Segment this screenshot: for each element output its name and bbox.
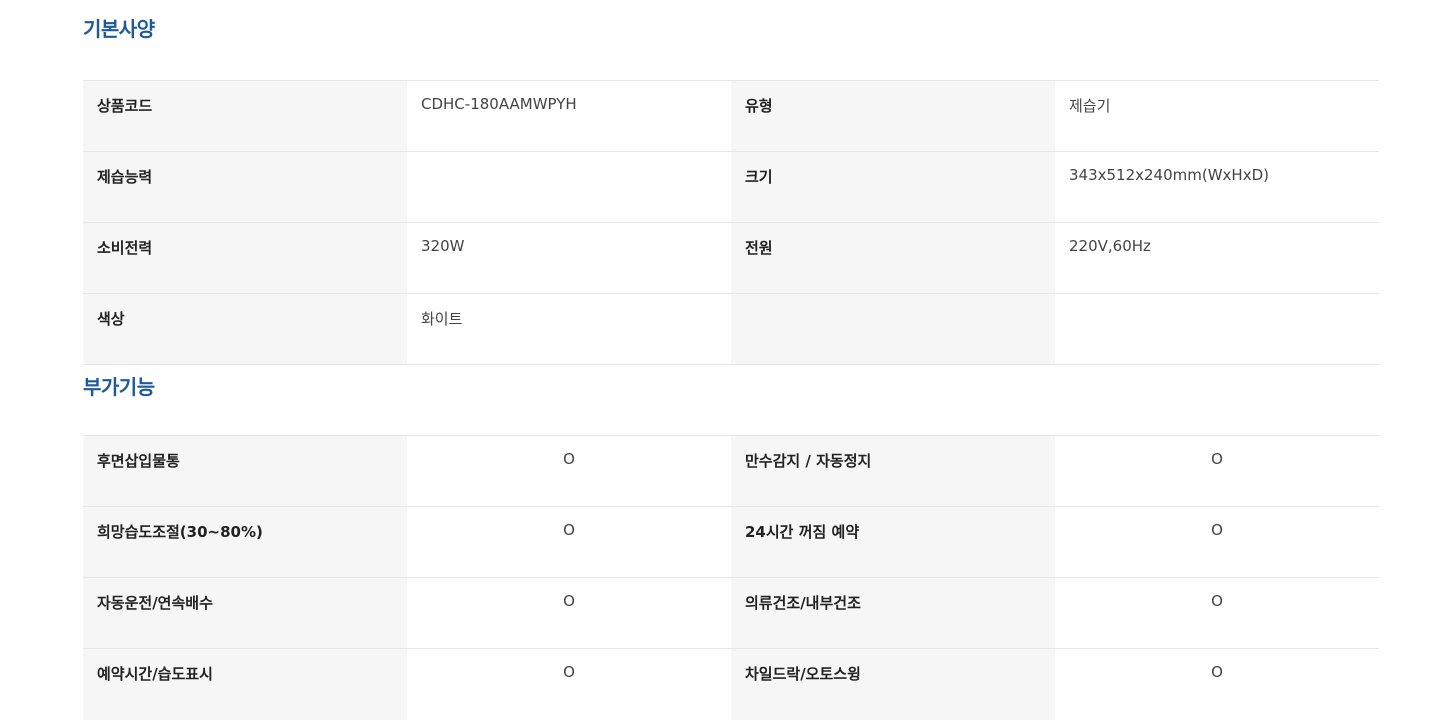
feature-value: O	[407, 648, 731, 720]
feature-value: O	[407, 506, 731, 578]
basic-specs-title: 기본사양	[83, 17, 155, 41]
spec-label: 크기	[731, 151, 1055, 223]
spec-value: CDHC-180AAMWPYH	[407, 80, 731, 152]
spec-label: 소비전력	[83, 222, 407, 294]
spec-value	[407, 151, 731, 223]
feature-label: 자동운전/연속배수	[83, 577, 407, 649]
table-row: 소비전력 320W 전원 220V,60Hz	[83, 222, 1379, 294]
spec-label: 전원	[731, 222, 1055, 294]
feature-value: O	[1055, 435, 1379, 507]
table-row: 후면삽입물통 O 만수감지 / 자동정지 O	[83, 435, 1379, 507]
spec-value: 320W	[407, 222, 731, 294]
table-row: 희망습도조절(30~80%) O 24시간 꺼짐 예약 O	[83, 506, 1379, 578]
table-row: 자동운전/연속배수 O 의류건조/내부건조 O	[83, 577, 1379, 649]
feature-value: O	[1055, 577, 1379, 649]
feature-label: 의류건조/내부건조	[731, 577, 1055, 649]
table-row: 상품코드 CDHC-180AAMWPYH 유형 제습기	[83, 80, 1379, 152]
spec-value	[1055, 293, 1379, 365]
feature-label: 만수감지 / 자동정지	[731, 435, 1055, 507]
table-row: 제습능력 크기 343x512x240mm(WxHxD)	[83, 151, 1379, 223]
feature-value: O	[407, 577, 731, 649]
spec-value: 제습기	[1055, 80, 1379, 152]
spec-label: 상품코드	[83, 80, 407, 152]
spec-label: 제습능력	[83, 151, 407, 223]
feature-label: 예약시간/습도표시	[83, 648, 407, 720]
spec-value: 220V,60Hz	[1055, 222, 1379, 294]
feature-value: O	[1055, 648, 1379, 720]
feature-label: 희망습도조절(30~80%)	[83, 506, 407, 578]
feature-label: 후면삽입물통	[83, 435, 407, 507]
feature-value: O	[407, 435, 731, 507]
extra-features-table: 후면삽입물통 O 만수감지 / 자동정지 O 희망습도조절(30~80%) O …	[83, 435, 1379, 720]
feature-value: O	[1055, 506, 1379, 578]
feature-label: 24시간 꺼짐 예약	[731, 506, 1055, 578]
table-row: 예약시간/습도표시 O 차일드락/오토스윙 O	[83, 648, 1379, 720]
basic-specs-table: 상품코드 CDHC-180AAMWPYH 유형 제습기 제습능력 크기 343x…	[83, 80, 1379, 365]
extra-features-title: 부가기능	[83, 375, 155, 399]
feature-label: 차일드락/오토스윙	[731, 648, 1055, 720]
table-row: 색상 화이트	[83, 293, 1379, 365]
spec-label: 색상	[83, 293, 407, 365]
spec-label: 유형	[731, 80, 1055, 152]
spec-value: 화이트	[407, 293, 731, 365]
product-spec-section: 기본사양 상품코드 CDHC-180AAMWPYH 유형 제습기 제습능력 크기…	[83, 0, 1379, 720]
spec-label	[731, 293, 1055, 365]
spec-value: 343x512x240mm(WxHxD)	[1055, 151, 1379, 223]
